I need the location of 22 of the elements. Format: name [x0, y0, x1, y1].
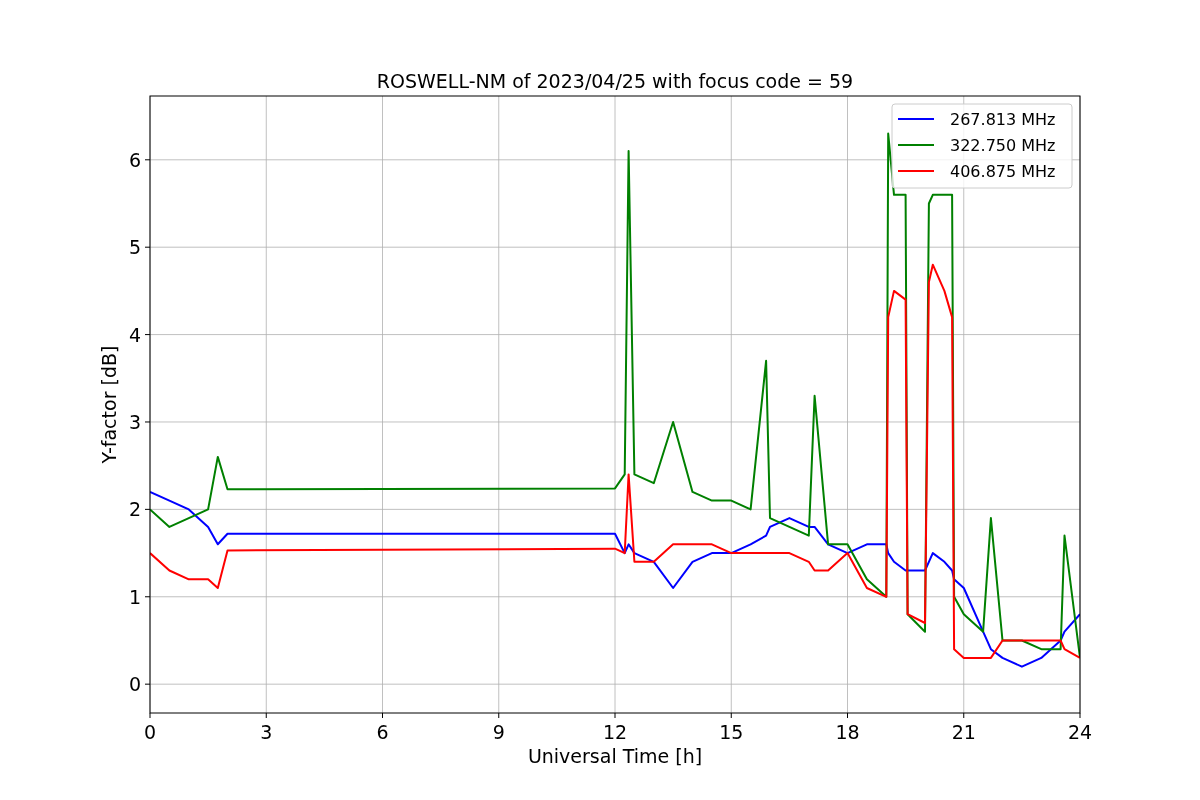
tick-label: 21: [951, 721, 976, 743]
tick-label: 12: [602, 721, 628, 743]
tick-label: 3: [128, 411, 141, 433]
tick-label: 5: [128, 236, 141, 259]
tick-label: 3: [260, 721, 273, 743]
legend-label: 406.875 MHz: [950, 162, 1056, 181]
tick-label: 1: [128, 585, 141, 608]
tick-label: 2: [128, 498, 141, 521]
tick-label: 0: [128, 673, 141, 696]
tick-label: 0: [143, 721, 157, 743]
tick-label: 15: [719, 721, 744, 743]
tick-label: 24: [1067, 721, 1093, 743]
legend-label: 322.750 MHz: [950, 136, 1056, 155]
tick-label: 6: [376, 721, 389, 743]
legend-label: 267.813 MHz: [950, 110, 1056, 129]
tick-label: 6: [128, 148, 141, 171]
chart-title: ROSWELL-NM of 2023/04/25 with focus code = 59: [376, 70, 854, 92]
tick-label: 4: [128, 323, 141, 346]
x-axis-label: Universal Time [h]: [527, 745, 703, 767]
tick-label: 9: [492, 721, 505, 743]
y-axis-label: Y-factor [dB]: [98, 345, 120, 464]
tick-label: 18: [835, 721, 860, 743]
